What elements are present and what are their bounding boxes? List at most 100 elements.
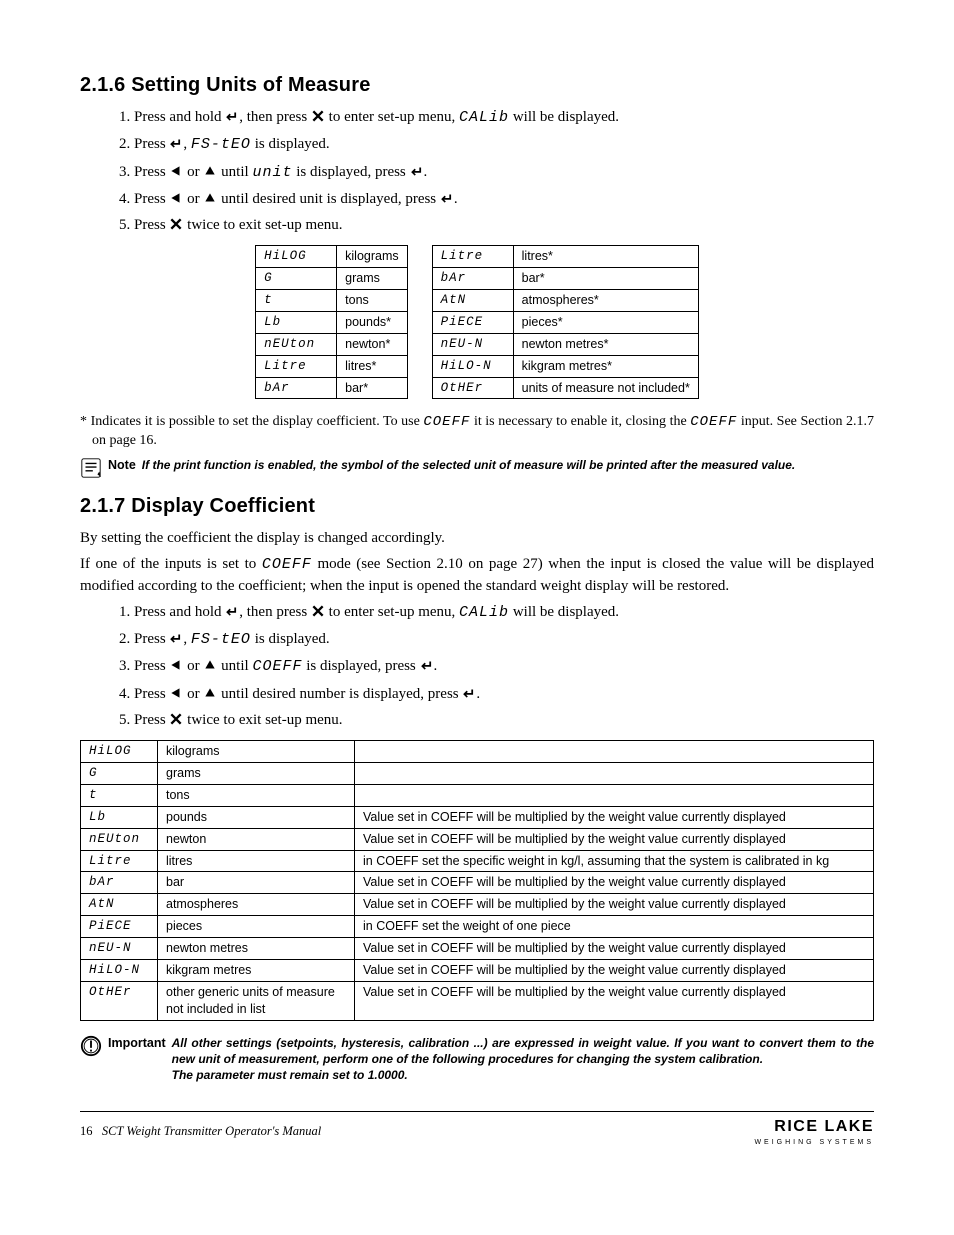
table-row: Litrelitres* [432, 246, 698, 268]
coeff-code-cell: HiLO-N [81, 959, 158, 981]
table-row: bArbarValue set in COEFF will be multipl… [81, 872, 874, 894]
up-arrow-icon [203, 686, 217, 700]
enter-icon [420, 658, 434, 672]
unit-code-cell: nEUton [256, 333, 337, 355]
table-row: nEUtonnewton* [256, 333, 408, 355]
table-row: AtNatmospheresValue set in COEFF will be… [81, 894, 874, 916]
coeff-code: COEFF [690, 414, 737, 430]
step-216-1: Press and hold , then press to enter set… [134, 107, 874, 128]
table-row: bArbar* [256, 377, 408, 399]
coeff-code-cell: Litre [81, 850, 158, 872]
unit-label-cell: litres* [337, 355, 408, 377]
unit-code-cell: bAr [256, 377, 337, 399]
unit-label-cell: bar* [337, 377, 408, 399]
coeff-table: HiLOGkilogramsGgramsttonsLbpoundsValue s… [80, 740, 874, 1020]
unit-code-cell: bAr [432, 268, 513, 290]
x-icon [311, 604, 325, 618]
x-icon [169, 712, 183, 726]
table-row: HiLOGkilograms [256, 246, 408, 268]
unit-label-cell: units of measure not included* [513, 377, 698, 399]
table-row: bArbar* [432, 268, 698, 290]
para-217: If one of the inputs is set to COEFF mod… [80, 554, 874, 596]
enter-icon [169, 136, 183, 150]
note-label: Note [108, 457, 136, 474]
enter-icon [169, 631, 183, 645]
step-217-5: Press twice to exit set-up menu. [134, 710, 874, 730]
up-arrow-icon [203, 658, 217, 672]
table-row: PiECEpiecesin COEFF set the weight of on… [81, 916, 874, 938]
coeff-code-cell: t [81, 784, 158, 806]
coeff-desc-cell: Value set in COEFF will be multiplied by… [355, 872, 874, 894]
coeff-unit-cell: newton metres [158, 938, 355, 960]
coeff-code-cell: nEU-N [81, 938, 158, 960]
coeff-desc-cell: Value set in COEFF will be multiplied by… [355, 806, 874, 828]
step-217-3: Press or until COEFF is displayed, press… [134, 656, 874, 677]
table-row: nEU-Nnewton metres* [432, 333, 698, 355]
section-217-heading: 2.1.7 Display Coefficient [80, 493, 874, 520]
note-text: If the print function is enabled, the sy… [142, 457, 795, 473]
unit-label-cell: grams [337, 268, 408, 290]
fsteo-code: FS-tEO [191, 136, 251, 153]
calib-code: CALib [459, 604, 509, 621]
coeff-code-cell: G [81, 763, 158, 785]
intro-217: By setting the coefficient the display i… [80, 528, 874, 548]
coeff-code-cell: AtN [81, 894, 158, 916]
unit-label-cell: atmospheres* [513, 290, 698, 312]
table-row: OtHErunits of measure not included* [432, 377, 698, 399]
step-217-2: Press , FS-tEO is displayed. [134, 629, 874, 650]
enter-icon [225, 109, 239, 123]
steps-217: Press and hold , then press to enter set… [110, 602, 874, 730]
table-row: ttons [256, 290, 408, 312]
enter-icon [225, 604, 239, 618]
coeff-desc-cell [355, 741, 874, 763]
enter-icon [462, 686, 476, 700]
coeff-code-cell: bAr [81, 872, 158, 894]
unit-label-cell: tons [337, 290, 408, 312]
coeff-desc-cell: in COEFF set the specific weight in kg/l… [355, 850, 874, 872]
coeff-code-cell: nEUton [81, 828, 158, 850]
unit-code-cell: HiLOG [256, 246, 337, 268]
important-label: Important [108, 1035, 166, 1052]
left-arrow-icon [169, 191, 183, 205]
coeff-unit-cell: tons [158, 784, 355, 806]
step-216-3: Press or until unit is displayed, press … [134, 162, 874, 183]
table-row: nEUtonnewtonValue set in COEFF will be m… [81, 828, 874, 850]
units-table-left: HiLOGkilogramsGgramsttonsLbpounds*nEUton… [255, 245, 408, 399]
unit-label-cell: kikgram metres* [513, 355, 698, 377]
unit-code-cell: HiLO-N [432, 355, 513, 377]
step-216-2: Press , FS-tEO is displayed. [134, 134, 874, 155]
x-icon [169, 217, 183, 231]
steps-216: Press and hold , then press to enter set… [110, 107, 874, 235]
coeff-desc-cell [355, 763, 874, 785]
table-row: HiLO-Nkikgram metres* [432, 355, 698, 377]
important-text-1: All other settings (setpoints, hysteresi… [172, 1035, 874, 1067]
x-icon [311, 109, 325, 123]
unit-label-cell: bar* [513, 268, 698, 290]
up-arrow-icon [203, 191, 217, 205]
unit-code-cell: Lb [256, 311, 337, 333]
fsteo-code: FS-tEO [191, 631, 251, 648]
coeff-desc-cell: Value set in COEFF will be multiplied by… [355, 828, 874, 850]
table-row: HiLOGkilograms [81, 741, 874, 763]
sectitle-216: Setting Units of Measure [131, 74, 370, 96]
table-row: Litrelitresin COEFF set the specific wei… [81, 850, 874, 872]
important-217: Important All other settings (setpoints,… [80, 1035, 874, 1084]
unit-code-cell: AtN [432, 290, 513, 312]
step-216-4: Press or until desired unit is displayed… [134, 189, 874, 209]
important-icon [80, 1035, 102, 1057]
brand-logo: RICE LAKE WEIGHING SYSTEMS [754, 1116, 874, 1147]
coeff-desc-cell: Value set in COEFF will be multiplied by… [355, 981, 874, 1020]
coeff-unit-cell: bar [158, 872, 355, 894]
table-row: Ggrams [256, 268, 408, 290]
table-row: ttons [81, 784, 874, 806]
table-row: Ggrams [81, 763, 874, 785]
page-number: 16 [80, 1124, 93, 1138]
calib-code: CALib [459, 109, 509, 126]
unit-label-cell: newton metres* [513, 333, 698, 355]
footnote-216: * Indicates it is possible to set the di… [92, 413, 874, 451]
unit-label-cell: newton* [337, 333, 408, 355]
enter-icon [440, 191, 454, 205]
unit-code-cell: Litre [256, 355, 337, 377]
coeff-unit-cell: pounds [158, 806, 355, 828]
unit-code-cell: G [256, 268, 337, 290]
